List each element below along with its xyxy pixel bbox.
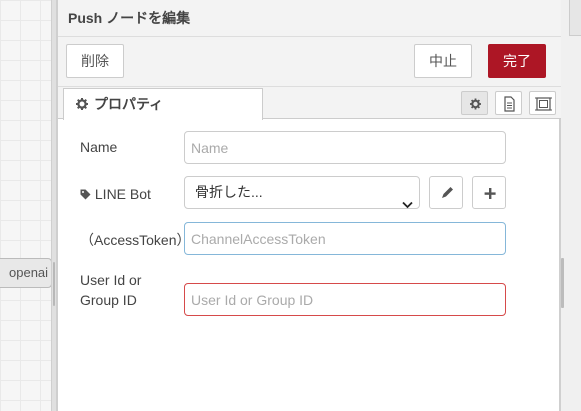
- edit-config-button[interactable]: [429, 176, 463, 209]
- add-config-button[interactable]: [472, 176, 506, 209]
- user-id-label-line1: User Id or: [80, 272, 142, 288]
- user-id-label: User Id or Group ID: [80, 271, 141, 309]
- line-bot-label-text: LINE Bot: [94, 186, 151, 202]
- resize-handle[interactable]: [53, 262, 55, 306]
- gear-icon: [470, 98, 481, 110]
- gear-icon: [76, 89, 88, 119]
- line-bot-label: LINE Bot: [80, 185, 151, 203]
- right-panel-header: [569, 0, 581, 36]
- frame-icon: [535, 97, 552, 111]
- tab-description-icon-button[interactable]: [495, 91, 522, 115]
- name-label: Name: [80, 139, 118, 155]
- user-id-input[interactable]: [184, 283, 506, 316]
- line-bot-select[interactable]: 骨折した...: [184, 176, 420, 209]
- chevron-down-icon: [402, 189, 413, 220]
- access-token-input[interactable]: [184, 222, 506, 255]
- tab-appearance-icon-button[interactable]: [529, 91, 556, 115]
- edit-tray: Push ノードを編集 削除 中止 完了 プロパティ Name Name LIN…: [57, 0, 561, 411]
- sidebar-resize-handle[interactable]: [561, 258, 564, 308]
- user-id-label-line2: Group ID: [80, 292, 137, 308]
- delete-button[interactable]: 削除: [66, 44, 124, 78]
- tray-title: Push ノードを編集: [58, 0, 561, 37]
- right-panel-edge: [560, 0, 581, 411]
- access-token-label: （AccessToken）: [80, 232, 191, 248]
- tray-toolbar: 削除 中止 完了: [58, 37, 561, 87]
- done-button[interactable]: 完了: [488, 44, 546, 78]
- tab-properties-label: プロパティ: [94, 96, 164, 112]
- plus-icon: [484, 188, 496, 199]
- line-bot-selected-value: 骨折した...: [195, 184, 263, 200]
- tab-properties[interactable]: プロパティ: [63, 88, 263, 120]
- pencil-icon: [442, 187, 453, 198]
- cancel-button[interactable]: 中止: [414, 44, 472, 78]
- tab-settings-icon-button[interactable]: [461, 91, 488, 115]
- tab-bar: プロパティ: [58, 87, 561, 120]
- workspace-node-openai[interactable]: openai: [0, 258, 52, 288]
- name-input[interactable]: [184, 131, 506, 164]
- document-icon: [504, 96, 515, 112]
- tag-icon: [80, 186, 95, 202]
